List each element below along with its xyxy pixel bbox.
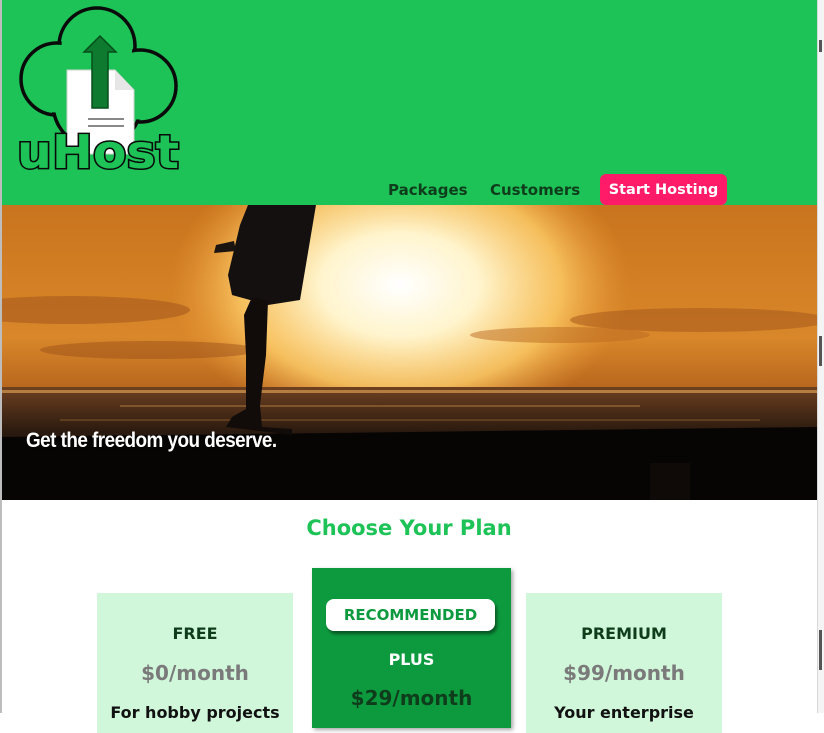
hero-tagline: Get the freedom you deserve. — [26, 429, 277, 452]
plan-card-premium[interactable]: PREMIUM $99/month Your enterprise — [526, 593, 722, 733]
scrollbar-mark — [819, 630, 822, 670]
hero-section: Get the freedom you deserve. — [0, 205, 818, 500]
hero-sunset-image — [0, 205, 818, 500]
start-hosting-button[interactable]: Start Hosting — [600, 174, 727, 205]
plan-card-plus[interactable]: RECOMMENDED PLUS $29/month — [312, 568, 511, 728]
plan-price: $29/month — [350, 686, 473, 710]
nav-link-customers[interactable]: Customers — [490, 181, 580, 199]
svg-text:uHost: uHost — [17, 125, 179, 179]
recommended-badge: RECOMMENDED — [326, 599, 495, 631]
scrollbar-thumb[interactable] — [819, 336, 822, 366]
scrollbar-mark — [819, 40, 822, 52]
window-left-edge — [0, 0, 2, 713]
plan-price: $99/month — [563, 661, 685, 685]
plan-price: $0/month — [141, 661, 249, 685]
plan-name: PLUS — [388, 650, 435, 669]
nav-link-packages[interactable]: Packages — [388, 181, 468, 199]
plan-name: PREMIUM — [581, 624, 667, 643]
uhost-logo[interactable]: uHost — [12, 4, 184, 180]
main-header: uHost Packages Customers Start Hosting — [0, 0, 818, 205]
plan-card-free[interactable]: FREE $0/month For hobby projects — [97, 593, 293, 733]
plans-heading: Choose Your Plan — [306, 516, 512, 540]
logo-text: uHost — [16, 124, 181, 181]
plan-name: FREE — [172, 624, 218, 643]
